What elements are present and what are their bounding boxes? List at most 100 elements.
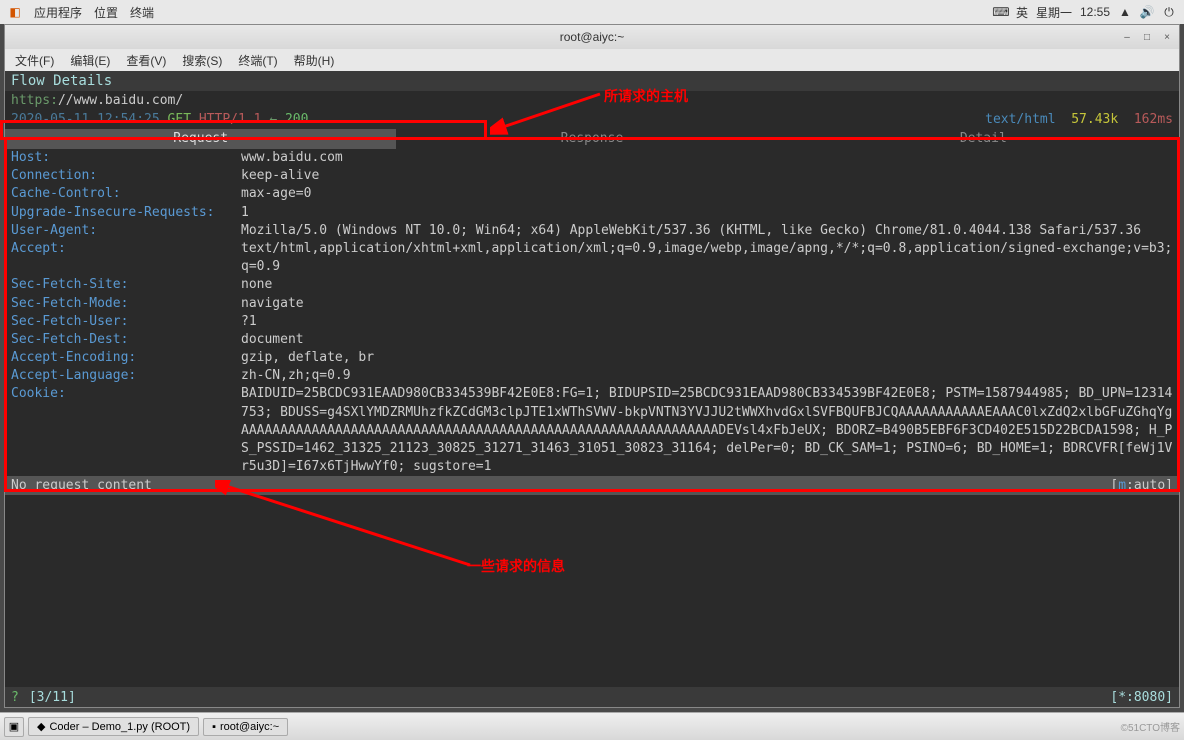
watermark: ©51CTO博客 [1121, 719, 1180, 734]
header-key: Sec-Fetch-User: [11, 313, 241, 331]
taskbar: ▣ ◆ Coder – Demo_1.py (ROOT) ▪ root@aiyc… [0, 712, 1184, 740]
header-value: 1 [241, 204, 1173, 222]
show-desktop-button[interactable]: ▣ [4, 717, 24, 737]
help-indicator[interactable]: ? [11, 690, 19, 705]
terminal-window: root@aiyc:~ – □ × 文件(F) 编辑(E) 查看(V) 搜索(S… [4, 24, 1180, 708]
url-rest: //www.baidu.com/ [58, 93, 183, 108]
http-method: GET [168, 112, 191, 127]
response-time: 162ms [1134, 112, 1173, 127]
tab-detail[interactable]: Detail [788, 129, 1179, 149]
header-value: Mozilla/5.0 (Windows NT 10.0; Win64; x64… [241, 222, 1173, 240]
header-row: Cookie:BAIDUID=25BCDC931EAAD980CB334539B… [11, 385, 1173, 476]
menu-view[interactable]: 查看(V) [120, 50, 172, 71]
header-key: Sec-Fetch-Mode: [11, 295, 241, 313]
mode-value: :auto [1126, 478, 1165, 493]
header-value: document [241, 331, 1173, 349]
http-proto: HTTP/1.1 [199, 112, 262, 127]
header-row: Connection:keep-alive [11, 167, 1173, 185]
tab-bar: Request Response Detail [5, 129, 1179, 149]
menu-terminal-app[interactable]: 终端(T) [232, 50, 283, 71]
response-size: 57.43k [1071, 112, 1118, 127]
terminal-icon: ▪ [212, 721, 216, 733]
request-url: https://www.baidu.com/ [5, 91, 1179, 110]
pycharm-icon: ◆ [37, 720, 45, 733]
header-value: max-age=0 [241, 185, 1173, 203]
header-row: Sec-Fetch-Mode:navigate [11, 295, 1173, 313]
activities-icon[interactable]: ◧ [8, 5, 22, 19]
header-value: keep-alive [241, 167, 1173, 185]
header-key: Connection: [11, 167, 241, 185]
task-label-2: root@aiyc:~ [220, 721, 279, 733]
close-button[interactable]: × [1159, 29, 1175, 45]
header-row: Sec-Fetch-Dest:document [11, 331, 1173, 349]
header-value: www.baidu.com [241, 149, 1173, 167]
content-type: text/html [985, 112, 1055, 127]
volume-icon[interactable]: 🔊 [1140, 5, 1154, 19]
header-key: Accept-Language: [11, 367, 241, 385]
window-title-bar: root@aiyc:~ – □ × [5, 25, 1179, 49]
network-icon[interactable]: ▲ [1118, 5, 1132, 19]
keyboard-icon[interactable]: ⌨ [994, 5, 1008, 19]
listen-port: [*:8080] [1110, 690, 1173, 705]
status-line: 2020-05-11 12:54:25 GET HTTP/1.1 ← 200 t… [5, 110, 1179, 129]
header-row: Accept-Language:zh-CN,zh;q=0.9 [11, 367, 1173, 385]
menu-search[interactable]: 搜索(S) [176, 50, 228, 71]
header-key: Sec-Fetch-Site: [11, 276, 241, 294]
header-row: Host:www.baidu.com [11, 149, 1173, 167]
gnome-top-bar: ◧ 应用程序 位置 终端 ⌨ 英 星期一 12:55 ▲ 🔊 ⏻ [0, 0, 1184, 24]
header-row: Upgrade-Insecure-Requests:1 [11, 204, 1173, 222]
annotation-label-info: 一些请求的信息 [467, 556, 565, 576]
header-key: Cache-Control: [11, 185, 241, 203]
status-code: 200 [285, 112, 308, 127]
menu-edit[interactable]: 编辑(E) [64, 50, 116, 71]
header-row: Sec-Fetch-Site:none [11, 276, 1173, 294]
header-value: none [241, 276, 1173, 294]
request-headers: Host:www.baidu.comConnection:keep-aliveC… [5, 149, 1179, 476]
terminal-content[interactable]: Flow Details https://www.baidu.com/ 2020… [5, 71, 1179, 707]
header-key: Sec-Fetch-Dest: [11, 331, 241, 349]
no-content-text: No request content [11, 478, 152, 493]
flow-position: [3/11] [29, 690, 76, 705]
header-value: gzip, deflate, br [241, 349, 1173, 367]
header-key: User-Agent: [11, 222, 241, 240]
header-row: Accept-Encoding:gzip, deflate, br [11, 349, 1173, 367]
annotation-label-host: 所请求的主机 [604, 86, 688, 106]
maximize-button[interactable]: □ [1139, 29, 1155, 45]
arrow-icon: ← [269, 112, 277, 127]
tab-request[interactable]: Request [5, 129, 396, 149]
header-value: BAIDUID=25BCDC931EAAD980CB334539BF42E0E8… [241, 385, 1173, 476]
header-key: Accept-Encoding: [11, 349, 241, 367]
task-item-coder[interactable]: ◆ Coder – Demo_1.py (ROOT) [28, 717, 199, 736]
header-key: Cookie: [11, 385, 241, 476]
tab-response[interactable]: Response [396, 129, 787, 149]
input-lang[interactable]: 英 [1016, 4, 1028, 21]
url-scheme: https: [11, 93, 58, 108]
clock-time: 12:55 [1080, 5, 1110, 19]
header-value: zh-CN,zh;q=0.9 [241, 367, 1173, 385]
menu-bar: 文件(F) 编辑(E) 查看(V) 搜索(S) 终端(T) 帮助(H) [5, 49, 1179, 71]
menu-file[interactable]: 文件(F) [9, 50, 60, 71]
no-content-bar: No request content [m:auto] [5, 476, 1179, 495]
header-key: Upgrade-Insecure-Requests: [11, 204, 241, 222]
mode-key: m [1118, 478, 1126, 493]
minimize-button[interactable]: – [1119, 29, 1135, 45]
task-label-1: Coder – Demo_1.py (ROOT) [49, 721, 190, 733]
header-value: ?1 [241, 313, 1173, 331]
task-item-terminal[interactable]: ▪ root@aiyc:~ [203, 718, 288, 736]
mitm-status-bar: ? [3/11] [*:8080] [5, 687, 1179, 707]
menu-terminal[interactable]: 终端 [130, 4, 154, 21]
header-value: navigate [241, 295, 1173, 313]
clock-day: 星期一 [1036, 4, 1072, 21]
header-row: Sec-Fetch-User:?1 [11, 313, 1173, 331]
menu-applications[interactable]: 应用程序 [34, 4, 82, 21]
flow-details-header: Flow Details [5, 71, 1179, 91]
power-icon[interactable]: ⏻ [1162, 5, 1176, 19]
menu-help[interactable]: 帮助(H) [288, 50, 341, 71]
window-title: root@aiyc:~ [560, 30, 625, 44]
header-row: Cache-Control:max-age=0 [11, 185, 1173, 203]
header-key: Accept: [11, 240, 241, 276]
header-row: Accept:text/html,application/xhtml+xml,a… [11, 240, 1173, 276]
menu-places[interactable]: 位置 [94, 4, 118, 21]
header-value: text/html,application/xhtml+xml,applicat… [241, 240, 1173, 276]
header-row: User-Agent:Mozilla/5.0 (Windows NT 10.0;… [11, 222, 1173, 240]
